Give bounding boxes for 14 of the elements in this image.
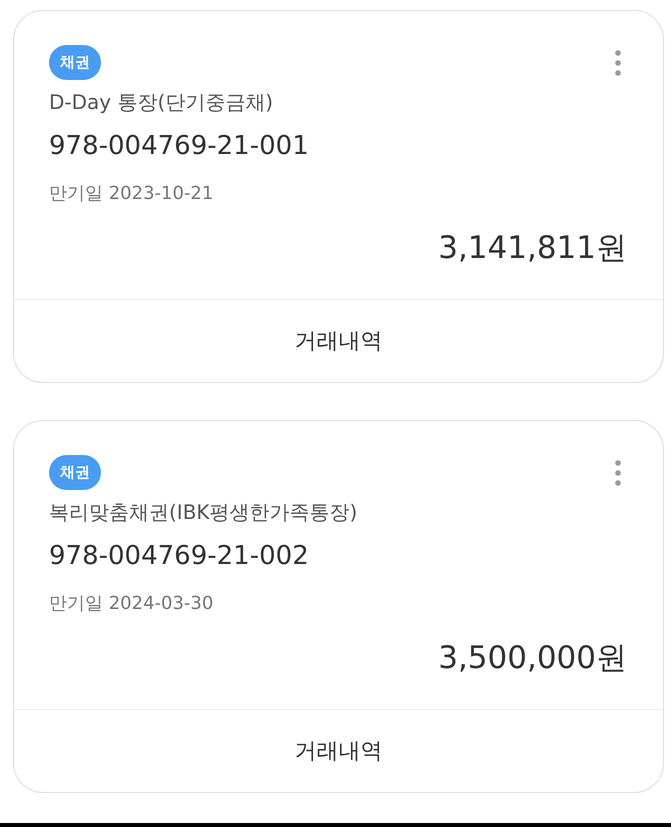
category-badge: 채권 (49, 455, 101, 490)
account-number: 978-004769-21-002 (49, 540, 309, 573)
category-badge: 채권 (49, 45, 101, 80)
transaction-history-button[interactable]: 거래내역 (14, 299, 663, 382)
balance-amount: 3,141,811원 (438, 229, 627, 268)
maturity-date: 만기일 2023-10-21 (49, 182, 214, 206)
transaction-history-button[interactable]: 거래내역 (14, 709, 663, 792)
balance-amount: 3,500,000원 (438, 639, 627, 678)
more-options-icon[interactable] (615, 460, 621, 486)
account-number: 978-004769-21-001 (49, 130, 309, 163)
more-options-icon[interactable] (615, 50, 621, 76)
product-name: D-Day 통장(단기중금채) (49, 89, 274, 116)
maturity-date: 만기일 2024-03-30 (49, 592, 214, 616)
product-name: 복리맞춤채권(IBK평생한가족통장) (49, 499, 358, 526)
